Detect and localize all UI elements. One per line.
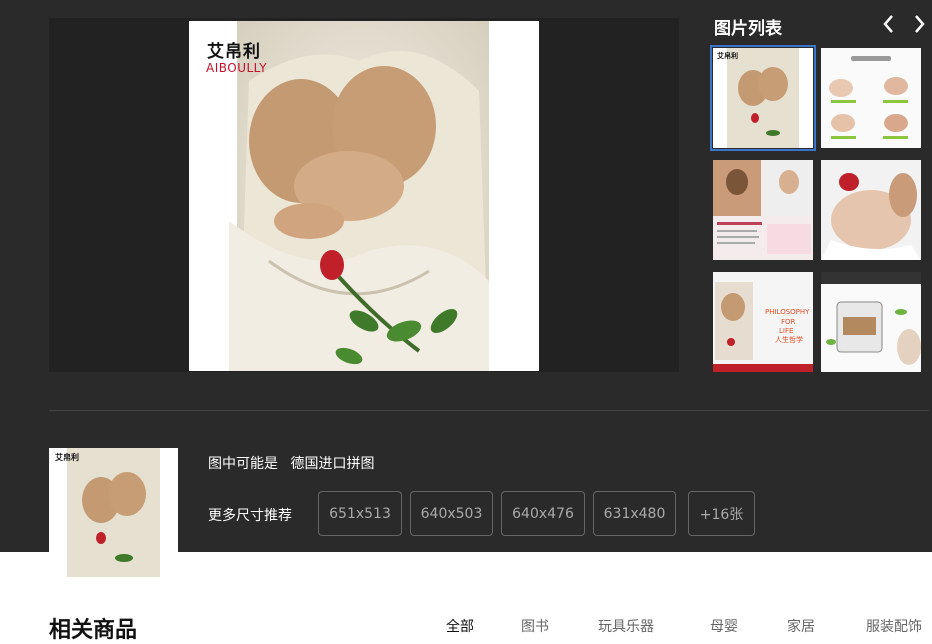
thumbnail-philosophy[interactable]: PHILOSOPHY FOR LIFE 人生哲学 <box>713 272 813 372</box>
maybe-label: 图中可能是 <box>208 456 278 472</box>
svg-text:艾帛利: 艾帛利 <box>55 452 79 462</box>
svg-text:人生哲学: 人生哲学 <box>775 335 803 344</box>
brand-cn-logo: 艾帛利 <box>207 42 261 62</box>
brand-en-logo: AIBOULLY <box>206 61 268 75</box>
thumbnail-couple[interactable] <box>713 160 813 260</box>
thumb-infographic-image <box>821 48 921 148</box>
category-tab-baby[interactable]: 母婴 <box>710 616 738 636</box>
thumbnail-infographic[interactable] <box>821 48 921 148</box>
svg-text:艾帛利: 艾帛利 <box>717 51 738 60</box>
thumbnail-babies[interactable]: 艾帛利 <box>710 45 816 151</box>
thumb-babies-image: 艾帛利 <box>713 48 813 148</box>
size-button-651x513[interactable]: 651x513 <box>318 491 402 536</box>
related-title: 相关商品 <box>49 618 138 643</box>
image-viewer: 艾帛利 AIBOULLY <box>49 18 679 372</box>
thumbnail-product[interactable] <box>821 272 921 372</box>
thumb-couple-image <box>713 160 813 260</box>
thumb-product-image <box>821 272 921 372</box>
svg-text:FOR: FOR <box>781 318 796 326</box>
maybe-text: 图中可能是 德国进口拼图 <box>208 453 374 473</box>
category-tab-home[interactable]: 家居 <box>787 616 815 636</box>
picture-list-title: 图片列表 <box>714 19 782 39</box>
small-preview-photo: 艾帛利 <box>49 448 178 577</box>
thumb-pregnant-image <box>821 160 921 260</box>
svg-text:LIFE: LIFE <box>779 327 793 335</box>
thumb-philosophy-image: PHILOSOPHY FOR LIFE 人生哲学 <box>713 272 813 372</box>
size-button-631x480[interactable]: 631x480 <box>593 491 676 536</box>
category-tab-toys[interactable]: 玩具乐器 <box>598 616 654 636</box>
divider <box>49 410 929 411</box>
size-button-640x476[interactable]: 640x476 <box>501 491 585 536</box>
small-babies-image: 艾帛利 <box>49 448 178 577</box>
category-tab-apparel[interactable]: 服装配饰 <box>866 616 922 636</box>
chevron-right-icon[interactable] <box>912 12 928 42</box>
more-sizes-label: 更多尺寸推荐 <box>208 508 292 524</box>
svg-text:PHILOSOPHY: PHILOSOPHY <box>765 308 810 316</box>
main-photo[interactable]: 艾帛利 AIBOULLY <box>189 21 539 371</box>
more-images-button[interactable]: +16张 <box>688 491 755 536</box>
size-button-640x503[interactable]: 640x503 <box>410 491 493 536</box>
thumbnail-pregnant[interactable] <box>821 160 921 260</box>
category-tab-books[interactable]: 图书 <box>521 616 549 636</box>
category-tab-all[interactable]: 全部 <box>446 616 474 636</box>
chevron-left-icon[interactable] <box>880 12 896 42</box>
maybe-value-link[interactable]: 德国进口拼图 <box>290 456 374 472</box>
